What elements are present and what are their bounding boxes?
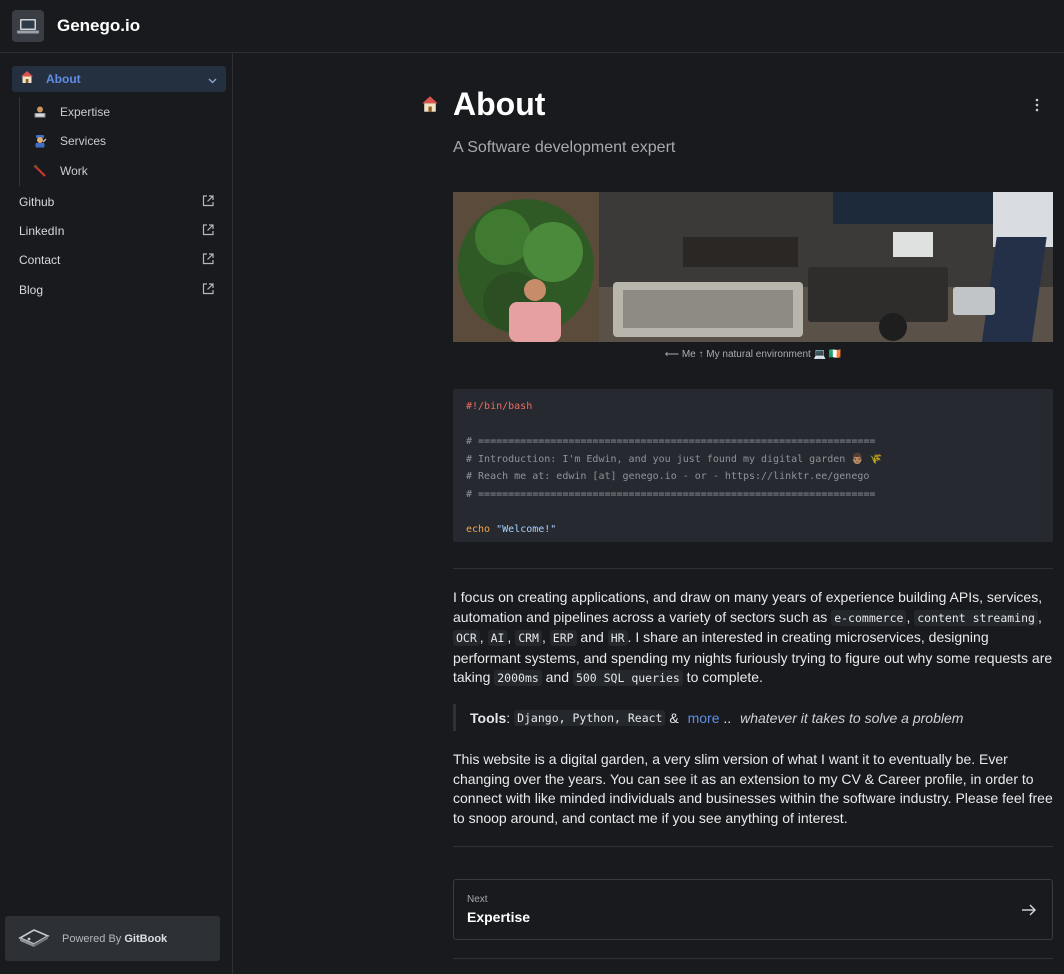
code-line: echo "Welcome!" — [466, 523, 557, 535]
sidebar-item-github[interactable]: Github — [19, 192, 215, 212]
sidebar-item-label: LinkedIn — [19, 224, 65, 238]
external-link-icon — [201, 223, 215, 240]
banner-image — [453, 192, 1053, 342]
page-subtitle: A Software development expert — [453, 139, 676, 156]
powered-by-text: Powered By GitBook — [62, 932, 168, 945]
arrow-right-icon — [1020, 901, 1038, 924]
sidebar-item-label: Work — [60, 163, 88, 178]
sidebar-item-services[interactable]: Services — [20, 127, 226, 157]
intro-paragraph: I focus on creating applications, and dr… — [453, 589, 1053, 687]
sidebar-subnav: Expertise Services Work — [19, 97, 226, 186]
sidebar-item-label: Contact — [19, 253, 61, 267]
next-label: Next — [467, 894, 488, 905]
chevron-down-icon[interactable] — [207, 73, 218, 91]
tools-quote: Tools: Django, Python, React & more .. w… — [453, 704, 1053, 731]
code-line: # Reach me at: edwin [at] genego.io - or… — [466, 471, 870, 482]
next-title: Expertise — [467, 909, 531, 925]
technologist-icon — [33, 105, 47, 119]
house-icon — [421, 95, 439, 118]
sidebar: About Expertise Services Work Github Lin… — [0, 53, 233, 974]
code-line: # ======================================… — [466, 436, 876, 447]
sidebar-item-expertise[interactable]: Expertise — [20, 97, 226, 127]
laptop-icon[interactable] — [12, 10, 44, 42]
page-title: About — [453, 86, 546, 122]
code-line: # ======================================… — [466, 488, 876, 500]
sidebar-item-label: Github — [19, 195, 55, 209]
garden-paragraph: This website is a digital garden, a very… — [453, 751, 1053, 826]
external-link-icon — [201, 252, 215, 269]
sidebar-item-contact[interactable]: Contact — [19, 250, 215, 270]
external-link-icon — [201, 282, 215, 299]
divider — [453, 568, 1053, 569]
sidebar-item-label: Expertise — [60, 104, 111, 119]
site-title[interactable]: Genego.io — [57, 16, 140, 36]
gitbook-logo-icon — [18, 926, 50, 951]
divider — [453, 846, 1053, 847]
sidebar-item-label: Blog — [19, 283, 44, 297]
top-bar: Genego.io — [0, 0, 1064, 53]
saw-icon — [33, 164, 47, 178]
house-icon — [20, 70, 34, 89]
sidebar-item-label: About — [46, 72, 81, 86]
mechanic-icon — [33, 134, 47, 148]
sidebar-item-work[interactable]: Work — [20, 156, 226, 186]
sidebar-item-label: Services — [60, 134, 107, 149]
more-link[interactable]: more — [688, 710, 720, 726]
powered-by-gitbook[interactable]: Powered By GitBook — [5, 916, 220, 961]
external-link-icon — [201, 194, 215, 211]
code-line: # Introduction: I'm Edwin, and you just … — [466, 453, 883, 465]
sidebar-item-linkedin[interactable]: LinkedIn — [19, 221, 215, 241]
code-block: #!/bin/bash # ==========================… — [453, 389, 1053, 542]
divider — [453, 958, 1053, 959]
banner-caption: ⟵ Me ↑ My natural environment 💻 🇮🇪 — [664, 349, 842, 360]
sidebar-item-blog[interactable]: Blog — [19, 280, 215, 300]
sidebar-item-about[interactable]: About — [12, 66, 226, 92]
more-options-icon[interactable] — [1031, 97, 1043, 118]
code-line: #!/bin/bash — [466, 401, 533, 412]
next-page-card[interactable]: Next Expertise — [453, 879, 1053, 940]
